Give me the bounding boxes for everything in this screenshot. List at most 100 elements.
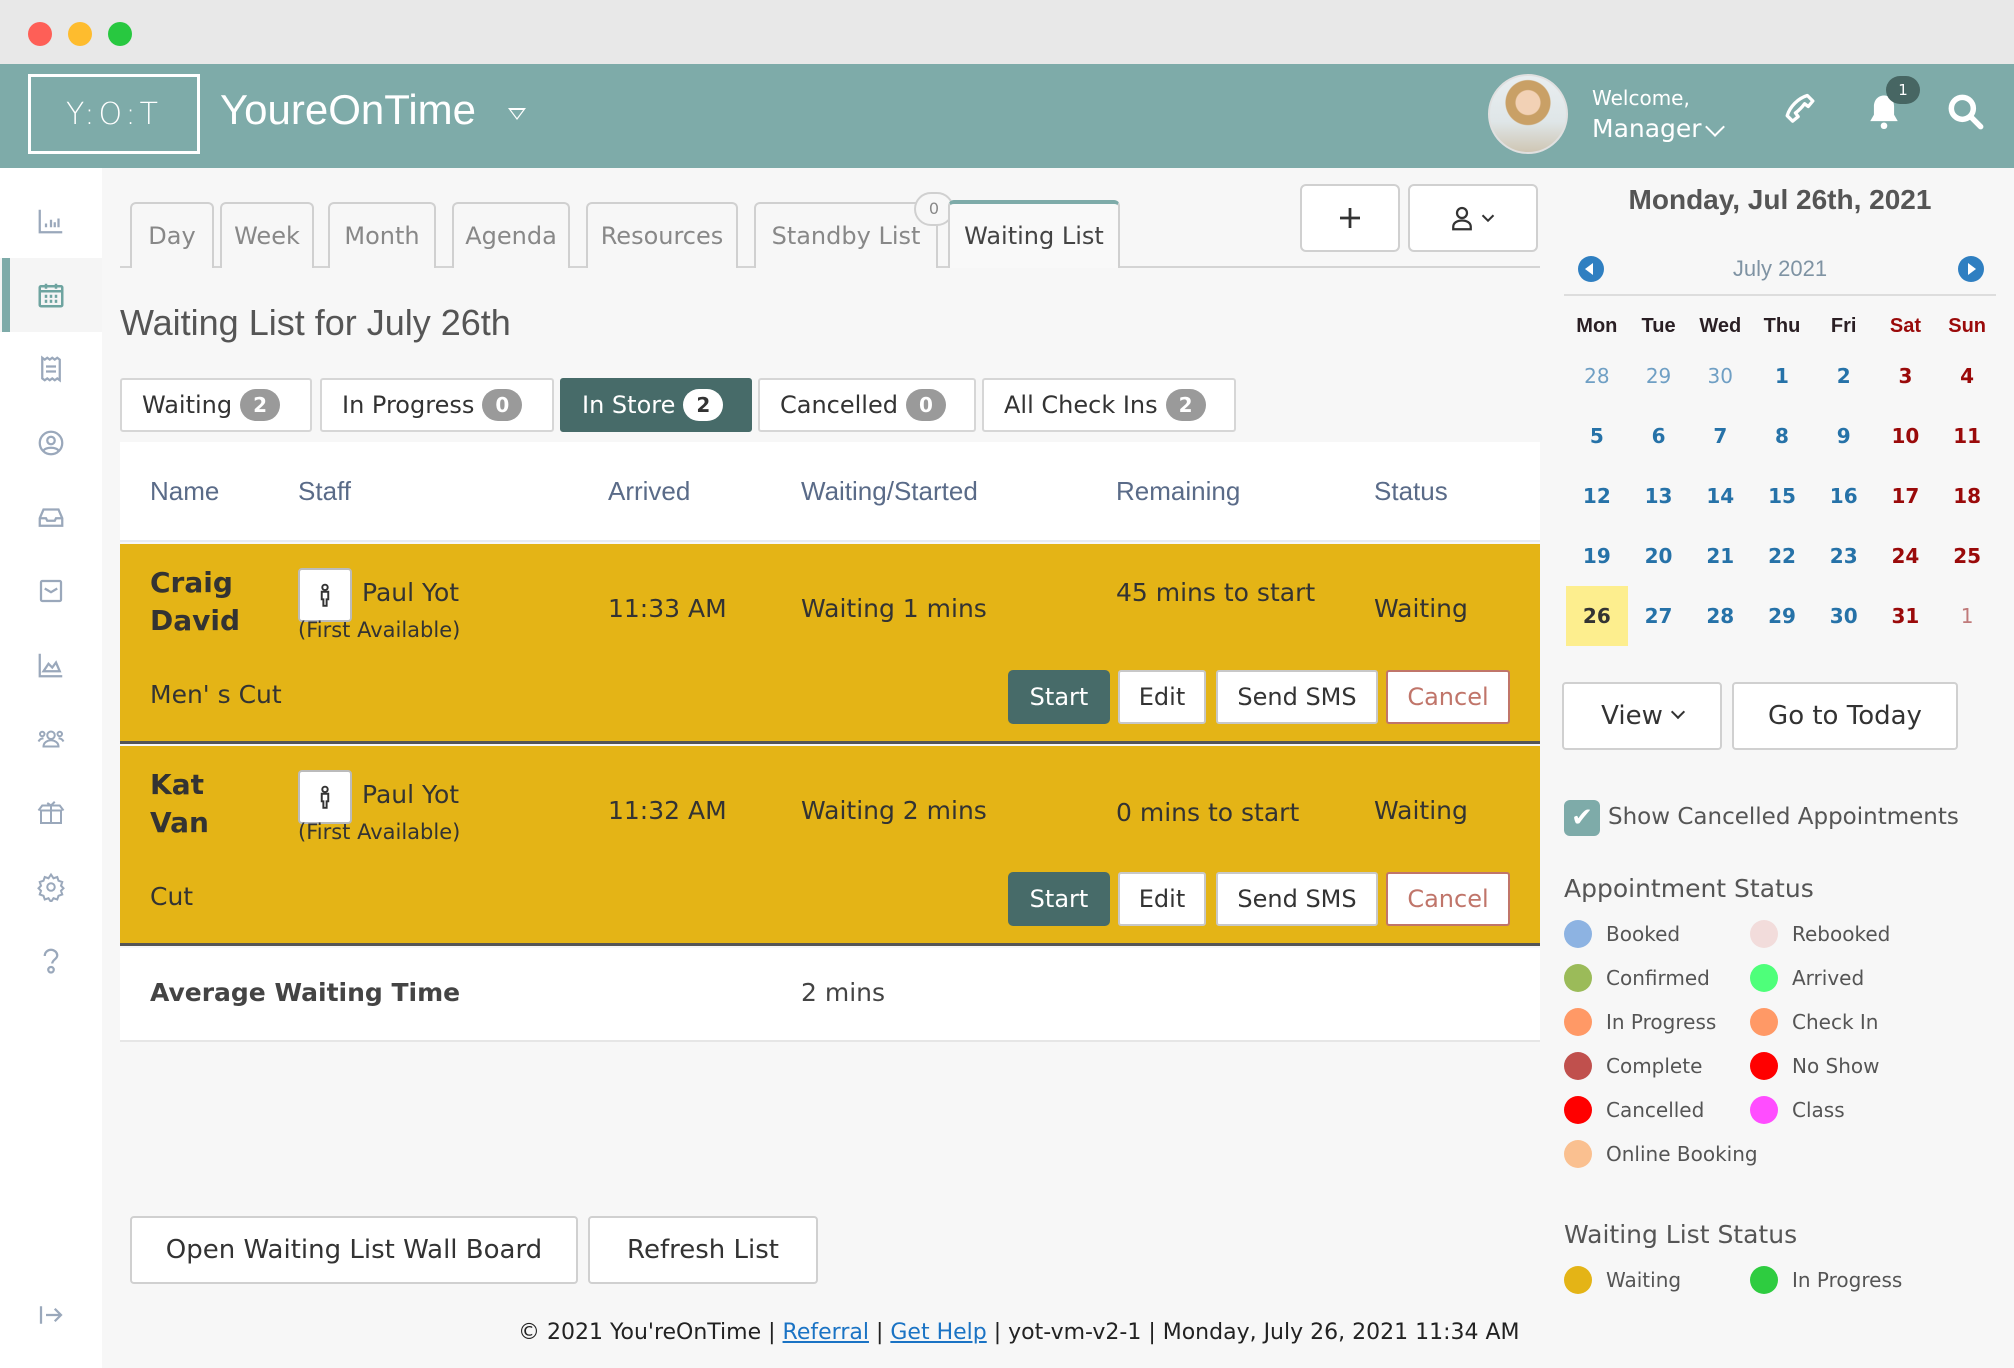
calendar-day[interactable]: 7 [1689, 406, 1751, 466]
calendar-day[interactable]: 2 [1813, 346, 1875, 406]
next-month-icon[interactable] [1958, 256, 1984, 282]
get-help-link[interactable]: Get Help [890, 1320, 986, 1345]
cancel-button[interactable]: Cancel [1386, 872, 1510, 926]
staff-filter-button[interactable] [1408, 184, 1538, 252]
calendar-day[interactable]: 3 [1875, 346, 1937, 406]
tab-week[interactable]: Week [220, 202, 314, 268]
calendar-day[interactable]: 31 [1875, 586, 1937, 646]
calendar-day[interactable]: 1 [1936, 586, 1998, 646]
logo[interactable]: Y:O:T [28, 74, 200, 154]
legend-item: Confirmed [1564, 964, 1710, 992]
cancel-button[interactable]: Cancel [1386, 670, 1510, 724]
calendar-day[interactable]: 29 [1751, 586, 1813, 646]
sidebar-item-logout[interactable] [0, 1278, 102, 1352]
calendar-day[interactable]: 30 [1813, 586, 1875, 646]
refresh-list-button[interactable]: Refresh List [588, 1216, 818, 1284]
app-menu-caret-icon[interactable] [508, 108, 526, 120]
calendar-day[interactable]: 10 [1875, 406, 1937, 466]
calendar-day[interactable]: 6 [1628, 406, 1690, 466]
calendar-day[interactable]: 12 [1566, 466, 1628, 526]
calendar-day[interactable]: 24 [1875, 526, 1937, 586]
avatar[interactable] [1488, 74, 1568, 154]
day-of-week-label: Fri [1830, 315, 1857, 337]
view-dropdown-button[interactable]: View [1562, 682, 1722, 750]
calendar-day[interactable]: 29 [1628, 346, 1690, 406]
calendar-day[interactable]: 5 [1566, 406, 1628, 466]
calendar-day[interactable]: 19 [1566, 526, 1628, 586]
sidebar-item-settings[interactable] [0, 850, 102, 924]
show-cancelled-checkbox[interactable]: ✔ [1564, 800, 1600, 836]
calendar-day[interactable]: 28 [1689, 586, 1751, 646]
sidebar [0, 168, 102, 1368]
chevron-down-icon[interactable] [1705, 117, 1725, 137]
calendar-day[interactable]: 13 [1628, 466, 1690, 526]
calendar-day[interactable]: 1 [1751, 346, 1813, 406]
column-header-remaining: Remaining [1116, 476, 1241, 506]
calendar-day[interactable]: 16 [1813, 466, 1875, 526]
calendar-day[interactable]: 22 [1751, 526, 1813, 586]
calendar-day[interactable]: 21 [1689, 526, 1751, 586]
calendar-day[interactable]: 20 [1628, 526, 1690, 586]
calendar-day[interactable]: 11 [1936, 406, 1998, 466]
app-title[interactable]: YoureOnTime [220, 86, 476, 134]
calendar-day-today[interactable]: 26 [1566, 586, 1628, 646]
referral-link[interactable]: Referral [783, 1320, 869, 1345]
calendar-day[interactable]: 25 [1936, 526, 1998, 586]
filter-in-progress[interactable]: In Progress 0 [320, 378, 554, 432]
calendar-day[interactable]: 27 [1628, 586, 1690, 646]
sidebar-item-staff[interactable] [0, 702, 102, 776]
tab-waiting-list[interactable]: Waiting List [948, 200, 1120, 268]
tab-agenda[interactable]: Agenda [452, 202, 570, 268]
go-to-today-button[interactable]: Go to Today [1732, 682, 1958, 750]
sidebar-item-dashboard[interactable] [0, 184, 102, 258]
filter-waiting[interactable]: Waiting 2 [120, 378, 312, 432]
sidebar-item-messages[interactable] [0, 554, 102, 628]
day-of-week-label: Tue [1641, 315, 1676, 337]
calendar-day[interactable]: 23 [1813, 526, 1875, 586]
start-button[interactable]: Start [1008, 670, 1110, 724]
close-window-button[interactable] [28, 22, 52, 46]
legend-item: Cancelled [1564, 1096, 1704, 1124]
edit-button[interactable]: Edit [1118, 872, 1206, 926]
sidebar-item-help[interactable] [0, 924, 102, 998]
tab-day[interactable]: Day [130, 202, 214, 268]
calendar-day[interactable]: 4 [1936, 346, 1998, 406]
calendar-day[interactable]: 15 [1751, 466, 1813, 526]
tab-standby-list[interactable]: Standby List 0 [754, 192, 954, 268]
phone-icon[interactable] [1778, 90, 1822, 134]
sidebar-item-reports[interactable] [0, 628, 102, 702]
sidebar-item-clients[interactable] [0, 406, 102, 480]
filter-all-check-ins[interactable]: All Check Ins 2 [982, 378, 1236, 432]
count-badge: 2 [1165, 389, 1206, 421]
calendar-day[interactable]: 17 [1875, 466, 1937, 526]
minimize-window-button[interactable] [68, 22, 92, 46]
maximize-window-button[interactable] [108, 22, 132, 46]
calendar-day[interactable]: 28 [1566, 346, 1628, 406]
calendar-day[interactable]: 30 [1689, 346, 1751, 406]
users-icon [37, 730, 65, 748]
client-name[interactable]: Kat Van [150, 766, 270, 842]
calendar-day[interactable]: 8 [1751, 406, 1813, 466]
add-button[interactable] [1300, 184, 1400, 252]
legend-item: Booked [1564, 920, 1680, 948]
calendar-day[interactable]: 9 [1813, 406, 1875, 466]
open-wall-board-button[interactable]: Open Waiting List Wall Board [130, 1216, 578, 1284]
filter-in-store[interactable]: In Store 2 [560, 378, 752, 432]
edit-button[interactable]: Edit [1118, 670, 1206, 724]
send-sms-button[interactable]: Send SMS [1216, 872, 1378, 926]
sidebar-item-calendar[interactable] [0, 258, 102, 332]
user-menu[interactable]: Manager [1592, 114, 1702, 143]
sidebar-item-sales[interactable] [0, 332, 102, 406]
tab-resources[interactable]: Resources [586, 202, 738, 268]
search-icon[interactable] [1944, 90, 1988, 134]
calendar-day[interactable]: 14 [1689, 466, 1751, 526]
tab-month[interactable]: Month [328, 202, 436, 268]
sidebar-item-products[interactable] [0, 776, 102, 850]
calendar-day[interactable]: 18 [1936, 466, 1998, 526]
send-sms-button[interactable]: Send SMS [1216, 670, 1378, 724]
legend-item: No Show [1750, 1052, 1880, 1080]
client-name[interactable]: Craig David [150, 564, 270, 640]
filter-cancelled[interactable]: Cancelled 0 [758, 378, 976, 432]
sidebar-item-inbox[interactable] [0, 480, 102, 554]
start-button[interactable]: Start [1008, 872, 1110, 926]
